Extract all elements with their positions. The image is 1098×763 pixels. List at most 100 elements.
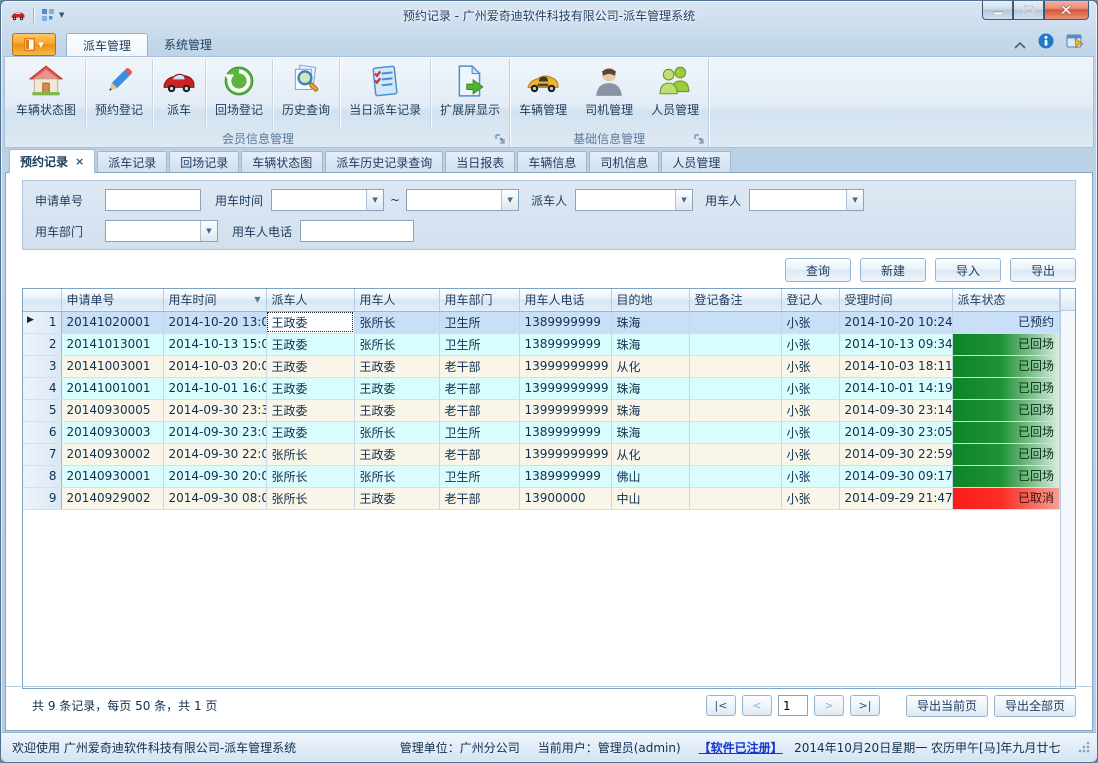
cell[interactable]: 2014-10-03 20:00 — [163, 355, 266, 377]
cell[interactable]: 张所长 — [266, 487, 354, 509]
close-tab-icon[interactable]: × — [75, 155, 84, 168]
column-header-目的地[interactable]: 目的地 — [611, 289, 689, 311]
export-all-pages-button[interactable]: 导出全部页 — [994, 695, 1076, 717]
cell[interactable] — [689, 443, 781, 465]
cell[interactable] — [689, 377, 781, 399]
cell[interactable]: 2014-10-13 09:34 — [839, 333, 952, 355]
column-header-派车人[interactable]: 派车人 — [266, 289, 354, 311]
column-header-用车人电话[interactable]: 用车人电话 — [519, 289, 611, 311]
user-select[interactable]: ▼ — [749, 189, 864, 211]
column-header-用车人[interactable]: 用车人 — [354, 289, 439, 311]
cell[interactable]: 小张 — [781, 443, 839, 465]
cell[interactable]: 王政委 — [354, 377, 439, 399]
table-row[interactable]: 3201410030012014-10-03 20:00王政委王政委老干部139… — [23, 355, 1060, 377]
ribbon-button-预约登记[interactable]: 预约登记 — [86, 59, 153, 130]
about-icon[interactable] — [1066, 33, 1084, 53]
cell[interactable]: 20141001001 — [61, 377, 163, 399]
cell[interactable]: 13999999999 — [519, 443, 611, 465]
cell[interactable]: 王政委 — [354, 487, 439, 509]
ribbon-button-历史查询[interactable]: 历史查询 — [273, 59, 340, 130]
cell[interactable]: 从化 — [611, 443, 689, 465]
cell[interactable]: 2014-09-30 23:00 — [163, 421, 266, 443]
doc-tab-车辆信息[interactable]: 车辆信息 — [517, 151, 587, 173]
table-row[interactable]: 7201409300022014-09-30 22:00张所长王政委老干部139… — [23, 443, 1060, 465]
cell[interactable]: 13900000 — [519, 487, 611, 509]
cell[interactable]: 2014-10-20 13:00 — [163, 311, 266, 333]
cell[interactable]: 2014-09-30 23:30 — [163, 399, 266, 421]
chevron-down-icon[interactable]: ▼ — [846, 190, 863, 210]
chevron-down-icon[interactable]: ▼ — [675, 190, 692, 210]
cell[interactable]: 老干部 — [439, 355, 519, 377]
cell[interactable]: 王政委 — [354, 399, 439, 421]
prev-page-button[interactable]: < — [742, 695, 772, 716]
resize-grip-icon[interactable] — [1078, 741, 1090, 753]
cell[interactable]: 20140930003 — [61, 421, 163, 443]
cell[interactable]: 老干部 — [439, 443, 519, 465]
cell[interactable] — [689, 333, 781, 355]
department-select[interactable]: ▼ — [105, 220, 218, 242]
layout-grid-icon[interactable] — [41, 8, 55, 22]
use-time-from-select[interactable]: ▼ — [271, 189, 384, 211]
vertical-scrollbar[interactable] — [1060, 289, 1075, 688]
cell[interactable] — [689, 465, 781, 487]
cell[interactable]: 王政委 — [266, 399, 354, 421]
cell[interactable]: 2014-09-30 20:00 — [163, 465, 266, 487]
export-current-page-button[interactable]: 导出当前页 — [906, 695, 988, 717]
doc-tab-人员管理[interactable]: 人员管理 — [661, 151, 731, 173]
cell[interactable]: 王政委 — [266, 377, 354, 399]
cell[interactable]: 2014-09-30 22:59 — [839, 443, 952, 465]
cell[interactable] — [689, 355, 781, 377]
column-header-受理时间[interactable]: 受理时间 — [839, 289, 952, 311]
ribbon-tab-1[interactable]: 系统管理 — [148, 33, 228, 56]
chevron-down-icon[interactable]: ▼ — [501, 190, 518, 210]
column-header-用车时间[interactable]: 用车时间▼ — [163, 289, 266, 311]
chevron-down-icon[interactable]: ▼ — [366, 190, 383, 210]
cell[interactable]: 张所长 — [266, 465, 354, 487]
collapse-ribbon-icon[interactable] — [1014, 34, 1026, 53]
cell[interactable]: 小张 — [781, 311, 839, 333]
column-header-登记人[interactable]: 登记人 — [781, 289, 839, 311]
cell[interactable]: 20141003001 — [61, 355, 163, 377]
ribbon-button-司机管理[interactable]: 司机管理 — [576, 59, 642, 130]
cell[interactable]: 老干部 — [439, 399, 519, 421]
cell[interactable]: 老干部 — [439, 377, 519, 399]
cell[interactable]: 20140929002 — [61, 487, 163, 509]
table-row[interactable]: 4201410010012014-10-01 16:00王政委王政委老干部139… — [23, 377, 1060, 399]
last-page-button[interactable]: >| — [850, 695, 880, 716]
cell[interactable]: 小张 — [781, 377, 839, 399]
action-button-导入[interactable]: 导入 — [935, 258, 1001, 282]
table-row[interactable]: ▶1201410200012014-10-20 13:00王政委张所长卫生所13… — [23, 311, 1060, 333]
cell[interactable]: 2014-09-30 09:17 — [839, 465, 952, 487]
cell[interactable]: 从化 — [611, 355, 689, 377]
cell[interactable]: 2014-09-30 22:00 — [163, 443, 266, 465]
cell[interactable]: 1389999999 — [519, 333, 611, 355]
software-registered-link[interactable]: 【软件已注册】 — [699, 739, 780, 756]
cell[interactable]: 珠海 — [611, 311, 689, 333]
minimize-button[interactable] — [982, 1, 1013, 20]
cell[interactable]: 小张 — [781, 333, 839, 355]
doc-tab-派车记录[interactable]: 派车记录 — [97, 151, 167, 173]
cell[interactable]: 张所长 — [354, 421, 439, 443]
dialog-launcher-icon[interactable] — [694, 134, 705, 145]
cell[interactable]: 珠海 — [611, 333, 689, 355]
ribbon-button-回场登记[interactable]: 回场登记 — [206, 59, 273, 130]
cell[interactable] — [689, 311, 781, 333]
cell[interactable]: 1389999999 — [519, 421, 611, 443]
ribbon-tab-0[interactable]: 派车管理 — [66, 33, 148, 56]
chevron-down-icon[interactable]: ▼ — [200, 221, 217, 241]
ribbon-button-车辆管理[interactable]: 车辆管理 — [510, 59, 576, 130]
cell[interactable]: 王政委 — [354, 443, 439, 465]
cell[interactable]: 王政委 — [266, 311, 354, 333]
cell[interactable] — [689, 399, 781, 421]
table-row[interactable]: 6201409300032014-09-30 23:00王政委张所长卫生所138… — [23, 421, 1060, 443]
qat-dropdown-icon[interactable]: ▼ — [59, 11, 64, 19]
cell[interactable]: 张所长 — [266, 443, 354, 465]
cell[interactable]: 张所长 — [354, 333, 439, 355]
cell[interactable]: 卫生所 — [439, 311, 519, 333]
cell[interactable]: 2014-10-03 18:11 — [839, 355, 952, 377]
doc-tab-回场记录[interactable]: 回场记录 — [169, 151, 239, 173]
cell[interactable]: 老干部 — [439, 487, 519, 509]
info-icon[interactable] — [1038, 33, 1054, 53]
cell[interactable]: 珠海 — [611, 377, 689, 399]
action-button-导出[interactable]: 导出 — [1010, 258, 1076, 282]
